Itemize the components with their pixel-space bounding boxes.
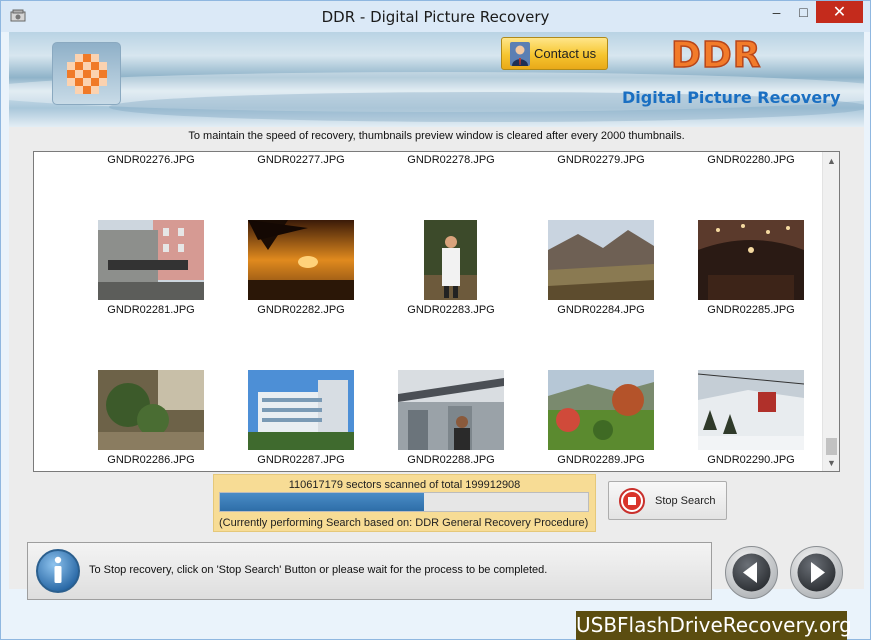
maximize-icon[interactable]: □ (790, 1, 817, 23)
next-button[interactable] (789, 545, 844, 600)
window-title: DDR - Digital Picture Recovery (321, 8, 550, 26)
back-button[interactable] (724, 545, 779, 600)
thumbnail-filename: GNDR02289.JPG (557, 454, 645, 466)
close-icon[interactable]: ✕ (816, 1, 863, 23)
contact-us-button[interactable]: Contact us (501, 37, 608, 70)
thumbnail-image (698, 220, 804, 300)
search-procedure-status: (Currently performing Search based on: D… (219, 517, 589, 529)
stop-search-label: Stop Search (655, 494, 716, 507)
thumbnail-image (548, 370, 654, 450)
client-area: Contact us DDR Digital Picture Recovery … (9, 32, 864, 600)
thumbnail-filename: GNDR02288.JPG (407, 454, 495, 466)
app-logo-tile (52, 42, 121, 105)
thumbnail-image (248, 220, 354, 300)
thumbnail-image (98, 220, 204, 300)
vertical-scrollbar[interactable]: ▲ ▼ (822, 152, 839, 471)
thumbnail-preview-panel[interactable]: GNDR02276.JPG GNDR02277.JPG GNDR02278.JP… (33, 151, 840, 472)
thumbnail-image (698, 370, 804, 450)
scan-progress-bar (219, 492, 589, 512)
scrollbar-thumb[interactable] (826, 438, 837, 455)
thumbnail-filename: GNDR02280.JPG (707, 154, 795, 166)
thumbnail-image (248, 370, 354, 450)
stop-search-button[interactable]: Stop Search (608, 481, 727, 520)
thumbnail-image (98, 370, 204, 450)
thumbnail-filename: GNDR02278.JPG (407, 154, 495, 166)
thumbnail-image (424, 220, 477, 300)
ddr-brand-logo: DDR (670, 34, 762, 77)
thumbnail-notice: To maintain the speed of recovery, thumb… (188, 130, 685, 142)
progress-bar-fill (220, 493, 424, 511)
arrow-right-icon (790, 546, 843, 599)
minimize-icon[interactable]: – (763, 1, 790, 23)
thumbnail-filename: GNDR02277.JPG (257, 154, 345, 166)
stop-icon (619, 487, 645, 514)
thumbnail-filename: GNDR02283.JPG (407, 304, 495, 316)
scroll-up-icon[interactable]: ▲ (823, 152, 840, 169)
contact-us-label: Contact us (534, 46, 597, 61)
status-info-bar: To Stop recovery, click on 'Stop Search'… (27, 542, 712, 600)
thumbnail-filename: GNDR02279.JPG (557, 154, 645, 166)
title-bar: DDR - Digital Picture Recovery – □ ✕ (1, 1, 870, 32)
thumbnail-grid: GNDR02276.JPG GNDR02277.JPG GNDR02278.JP… (34, 152, 821, 471)
thumbnail-filename: GNDR02284.JPG (557, 304, 645, 316)
checker-logo-icon (66, 53, 107, 94)
thumbnail-filename: GNDR02281.JPG (107, 304, 195, 316)
thumbnail-image (398, 370, 504, 450)
scroll-down-icon[interactable]: ▼ (823, 454, 840, 471)
sectors-scanned-text: 110617179 sectors scanned of total 19991… (288, 479, 521, 491)
thumbnail-filename: GNDR02290.JPG (707, 454, 795, 466)
thumbnail-filename: GNDR02285.JPG (707, 304, 795, 316)
status-message: To Stop recovery, click on 'Stop Search'… (89, 564, 548, 576)
site-watermark: USBFlashDriveRecovery.org (576, 611, 852, 640)
app-window: DDR - Digital Picture Recovery – □ ✕ Con… (0, 0, 871, 640)
thumbnail-filename: GNDR02276.JPG (107, 154, 195, 166)
thumbnail-filename: GNDR02282.JPG (257, 304, 345, 316)
arrow-left-icon (725, 546, 778, 599)
header-banner: Contact us DDR Digital Picture Recovery (9, 32, 864, 127)
thumbnail-filename: GNDR02286.JPG (107, 454, 195, 466)
person-icon (510, 41, 530, 66)
brand-subtitle: Digital Picture Recovery (622, 88, 841, 107)
scan-progress-panel: 110617179 sectors scanned of total 19991… (213, 474, 596, 532)
thumbnail-filename: GNDR02287.JPG (257, 454, 345, 466)
info-icon (36, 549, 80, 593)
thumbnail-image (548, 220, 654, 300)
